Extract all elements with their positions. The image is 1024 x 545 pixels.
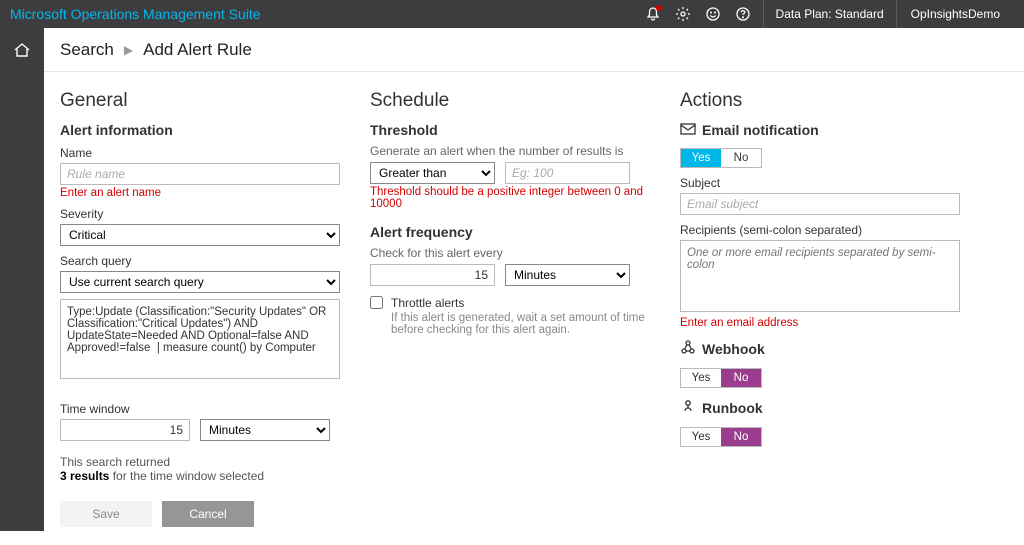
runbook-icon (680, 398, 696, 417)
severity-label: Severity (60, 207, 340, 221)
query-textarea[interactable]: Type:Update (Classification:"Security Up… (60, 299, 340, 379)
threshold-error: Threshold should be a positive integer b… (370, 186, 650, 210)
recipients-label: Recipients (semi-colon separated) (680, 223, 960, 237)
gear-icon[interactable] (675, 6, 691, 22)
webhook-toggle-yes[interactable]: Yes (681, 369, 721, 387)
runbook-toggle-no[interactable]: No (721, 428, 761, 446)
severity-select[interactable]: Critical (60, 224, 340, 246)
app-title: Microsoft Operations Management Suite (10, 6, 645, 22)
email-toggle-yes[interactable]: Yes (681, 149, 721, 167)
cancel-button[interactable]: Cancel (162, 501, 254, 527)
subject-label: Subject (680, 176, 960, 190)
query-label: Search query (60, 254, 340, 268)
schedule-title: Schedule (370, 90, 650, 112)
email-toggle[interactable]: Yes No (680, 148, 762, 168)
breadcrumb: Search ▶ Add Alert Rule (44, 40, 252, 60)
recipients-textarea[interactable] (680, 240, 960, 312)
webhook-header: Webhook (680, 339, 960, 358)
name-label: Name (60, 146, 340, 160)
threshold-desc: Generate an alert when the number of res… (370, 144, 650, 158)
frequency-unit-select[interactable]: Minutes (505, 264, 630, 286)
alert-frequency-header: Alert frequency (370, 224, 650, 240)
query-source-select[interactable]: Use current search query (60, 271, 340, 293)
runbook-header: Runbook (680, 398, 960, 417)
threshold-value-input[interactable] (505, 162, 630, 184)
recipients-error: Enter an email address (680, 317, 960, 329)
email-toggle-no[interactable]: No (721, 149, 761, 167)
data-plan-value: Standard (835, 7, 884, 21)
alert-name-input[interactable] (60, 163, 340, 185)
runbook-toggle-yes[interactable]: Yes (681, 428, 721, 446)
webhook-toggle-no[interactable]: No (721, 369, 761, 387)
subject-input[interactable] (680, 193, 960, 215)
data-plan[interactable]: Data Plan: Standard (763, 0, 896, 28)
search-summary: This search returned 3 results for the t… (60, 455, 340, 483)
alert-frequency-desc: Check for this alert every (370, 246, 650, 260)
throttle-label: Throttle alerts (391, 296, 650, 310)
webhook-icon (680, 339, 696, 358)
time-window-label: Time window (60, 402, 340, 416)
throttle-checkbox[interactable] (370, 296, 383, 309)
threshold-header: Threshold (370, 122, 650, 138)
time-window-unit[interactable]: Minutes (200, 419, 330, 441)
actions-title: Actions (680, 90, 960, 112)
alert-name-error: Enter an alert name (60, 187, 340, 199)
breadcrumb-root[interactable]: Search (60, 40, 114, 60)
notification-badge (656, 5, 662, 11)
save-button[interactable]: Save (60, 501, 152, 527)
mail-icon (680, 122, 696, 138)
general-title: General (60, 90, 340, 112)
threshold-operator-select[interactable]: Greater than (370, 162, 495, 184)
chevron-right-icon: ▶ (124, 43, 133, 57)
runbook-toggle[interactable]: Yes No (680, 427, 762, 447)
home-icon[interactable] (0, 28, 44, 72)
feedback-smiley-icon[interactable] (705, 6, 721, 22)
notification-icon[interactable] (645, 6, 661, 22)
user-menu[interactable]: OpInsightsDemo (896, 0, 1014, 28)
data-plan-label: Data Plan: (776, 7, 832, 21)
breadcrumb-current: Add Alert Rule (143, 40, 252, 60)
frequency-value-input[interactable] (370, 264, 495, 286)
time-window-value[interactable] (60, 419, 190, 441)
help-icon[interactable] (735, 6, 751, 22)
alert-info-header: Alert information (60, 122, 340, 138)
throttle-desc: If this alert is generated, wait a set a… (391, 312, 650, 336)
email-notification-header: Email notification (680, 122, 960, 138)
webhook-toggle[interactable]: Yes No (680, 368, 762, 388)
